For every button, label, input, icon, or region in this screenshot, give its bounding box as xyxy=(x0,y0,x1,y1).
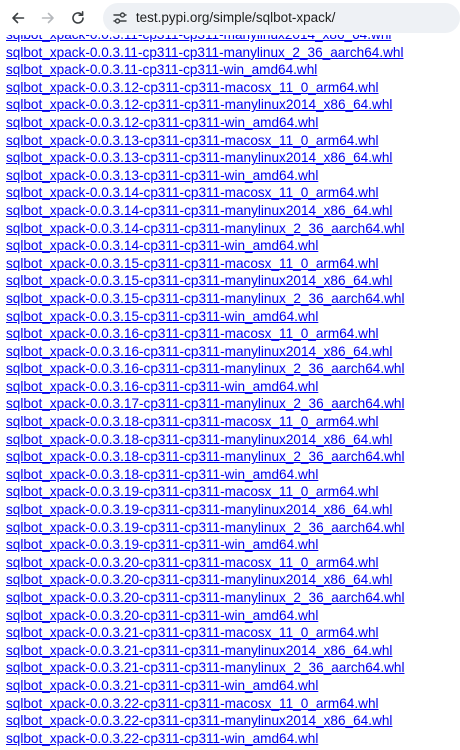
list-item: sqlbot_xpack-0.0.3.11-cp311-cp311-win_am… xyxy=(0,61,460,79)
list-item: sqlbot_xpack-0.0.3.15-cp311-cp311-manyli… xyxy=(0,272,460,290)
back-button[interactable] xyxy=(3,3,33,33)
list-item: sqlbot_xpack-0.0.3.21-cp311-cp311-manyli… xyxy=(0,659,460,677)
package-file-link[interactable]: sqlbot_xpack-0.0.3.17-cp311-cp311-manyli… xyxy=(6,396,405,411)
list-item: sqlbot_xpack-0.0.3.14-cp311-cp311-macosx… xyxy=(0,184,460,202)
package-file-link[interactable]: sqlbot_xpack-0.0.3.14-cp311-cp311-manyli… xyxy=(6,203,392,218)
list-item: sqlbot_xpack-0.0.3.13-cp311-cp311-manyli… xyxy=(0,149,460,167)
package-file-link[interactable]: sqlbot_xpack-0.0.3.21-cp311-cp311-manyli… xyxy=(6,643,392,658)
site-info-button[interactable] xyxy=(112,10,128,26)
package-file-link[interactable]: sqlbot_xpack-0.0.3.18-cp311-cp311-macosx… xyxy=(6,414,379,429)
arrow-right-icon xyxy=(41,12,54,23)
package-file-link[interactable]: sqlbot_xpack-0.0.3.19-cp311-cp311-manyli… xyxy=(6,502,392,517)
list-item: sqlbot_xpack-0.0.3.12-cp311-cp311-macosx… xyxy=(0,79,460,97)
package-file-link[interactable]: sqlbot_xpack-0.0.3.20-cp311-cp311-macosx… xyxy=(6,555,379,570)
list-item: sqlbot_xpack-0.0.3.19-cp311-cp311-manyli… xyxy=(0,519,460,537)
list-item: sqlbot_xpack-0.0.3.19-cp311-cp311-manyli… xyxy=(0,501,460,519)
package-file-link[interactable]: sqlbot_xpack-0.0.3.20-cp311-cp311-win_am… xyxy=(6,608,318,623)
list-item: sqlbot_xpack-0.0.3.20-cp311-cp311-win_am… xyxy=(0,607,460,625)
list-item: sqlbot_xpack-0.0.3.20-cp311-cp311-macosx… xyxy=(0,554,460,572)
list-item: sqlbot_xpack-0.0.3.17-cp311-cp311-manyli… xyxy=(0,395,460,413)
package-file-link[interactable]: sqlbot_xpack-0.0.3.15-cp311-cp311-macosx… xyxy=(6,256,379,271)
list-item: sqlbot_xpack-0.0.3.15-cp311-cp311-macosx… xyxy=(0,255,460,273)
list-item: sqlbot_xpack-0.0.3.14-cp311-cp311-manyli… xyxy=(0,220,460,238)
browser-toolbar: test.pypi.org/simple/sqlbot-xpack/ xyxy=(0,0,460,35)
package-file-link[interactable]: sqlbot_xpack-0.0.3.12-cp311-cp311-win_am… xyxy=(6,115,318,130)
list-item: sqlbot_xpack-0.0.3.16-cp311-cp311-manyli… xyxy=(0,360,460,378)
package-file-link[interactable]: sqlbot_xpack-0.0.3.22-cp311-cp311-win_am… xyxy=(6,731,318,746)
package-file-link[interactable]: sqlbot_xpack-0.0.3.12-cp311-cp311-macosx… xyxy=(6,80,379,95)
arrow-left-icon xyxy=(12,12,25,23)
list-item: sqlbot_xpack-0.0.3.18-cp311-cp311-win_am… xyxy=(0,466,460,484)
package-file-link[interactable]: sqlbot_xpack-0.0.3.22-cp311-cp311-manyli… xyxy=(6,713,392,728)
list-item: sqlbot_xpack-0.0.3.15-cp311-cp311-win_am… xyxy=(0,308,460,326)
package-file-link[interactable]: sqlbot_xpack-0.0.3.13-cp311-cp311-win_am… xyxy=(6,168,318,183)
package-file-link[interactable]: sqlbot_xpack-0.0.3.21-cp311-cp311-macosx… xyxy=(6,625,379,640)
list-item: sqlbot_xpack-0.0.3.18-cp311-cp311-manyli… xyxy=(0,448,460,466)
list-item: sqlbot_xpack-0.0.3.15-cp311-cp311-manyli… xyxy=(0,290,460,308)
list-item: sqlbot_xpack-0.0.3.14-cp311-cp311-win_am… xyxy=(0,237,460,255)
package-file-link[interactable]: sqlbot_xpack-0.0.3.16-cp311-cp311-macosx… xyxy=(6,326,379,341)
package-file-link[interactable]: sqlbot_xpack-0.0.3.20-cp311-cp311-manyli… xyxy=(6,572,392,587)
list-item: sqlbot_xpack-0.0.3.19-cp311-cp311-win_am… xyxy=(0,536,460,554)
package-file-link[interactable]: sqlbot_xpack-0.0.3.16-cp311-cp311-manyli… xyxy=(6,361,405,376)
list-item: sqlbot_xpack-0.0.3.21-cp311-cp311-win_am… xyxy=(0,677,460,695)
list-item: sqlbot_xpack-0.0.3.21-cp311-cp311-macosx… xyxy=(0,624,460,642)
package-file-link[interactable]: sqlbot_xpack-0.0.3.18-cp311-cp311-win_am… xyxy=(6,467,318,482)
address-bar[interactable]: test.pypi.org/simple/sqlbot-xpack/ xyxy=(102,2,460,33)
package-file-link[interactable]: sqlbot_xpack-0.0.3.19-cp311-cp311-macosx… xyxy=(6,484,379,499)
package-file-link[interactable]: sqlbot_xpack-0.0.3.14-cp311-cp311-manyli… xyxy=(6,221,405,236)
package-file-link[interactable]: sqlbot_xpack-0.0.3.19-cp311-cp311-manyli… xyxy=(6,520,405,535)
list-item: sqlbot_xpack-0.0.3.13-cp311-cp311-win_am… xyxy=(0,167,460,185)
package-file-link[interactable]: sqlbot_xpack-0.0.3.21-cp311-cp311-win_am… xyxy=(6,678,318,693)
forward-button[interactable] xyxy=(33,3,63,33)
package-file-link[interactable]: sqlbot_xpack-0.0.3.21-cp311-cp311-manyli… xyxy=(6,660,405,675)
reload-icon xyxy=(72,10,84,24)
page-content: sqlbot_xpack-0.0.3.11-cp311-cp311-manyli… xyxy=(0,26,460,750)
tune-icon xyxy=(113,11,127,24)
package-file-link[interactable]: sqlbot_xpack-0.0.3.11-cp311-cp311-win_am… xyxy=(6,62,317,77)
package-file-link[interactable]: sqlbot_xpack-0.0.3.16-cp311-cp311-win_am… xyxy=(6,379,318,394)
list-item: sqlbot_xpack-0.0.3.16-cp311-cp311-manyli… xyxy=(0,343,460,361)
url-text: test.pypi.org/simple/sqlbot-xpack/ xyxy=(135,10,336,25)
list-item: sqlbot_xpack-0.0.3.14-cp311-cp311-manyli… xyxy=(0,202,460,220)
list-item: sqlbot_xpack-0.0.3.22-cp311-cp311-macosx… xyxy=(0,695,460,713)
list-item: sqlbot_xpack-0.0.3.22-cp311-cp311-win_am… xyxy=(0,730,460,748)
reload-button[interactable] xyxy=(63,3,93,33)
package-file-link[interactable]: sqlbot_xpack-0.0.3.18-cp311-cp311-manyli… xyxy=(6,432,392,447)
package-file-link[interactable]: sqlbot_xpack-0.0.3.13-cp311-cp311-macosx… xyxy=(6,133,379,148)
list-item: sqlbot_xpack-0.0.3.18-cp311-cp311-macosx… xyxy=(0,413,460,431)
list-item: sqlbot_xpack-0.0.3.22-cp311-cp311-manyli… xyxy=(0,712,460,730)
package-file-link[interactable]: sqlbot_xpack-0.0.3.22-cp311-cp311-macosx… xyxy=(6,696,379,711)
list-item: sqlbot_xpack-0.0.3.20-cp311-cp311-manyli… xyxy=(0,589,460,607)
package-file-link[interactable]: sqlbot_xpack-0.0.3.15-cp311-cp311-win_am… xyxy=(6,309,318,324)
package-file-link[interactable]: sqlbot_xpack-0.0.3.18-cp311-cp311-manyli… xyxy=(6,449,405,464)
package-file-link[interactable]: sqlbot_xpack-0.0.3.12-cp311-cp311-manyli… xyxy=(6,97,392,112)
package-file-link[interactable]: sqlbot_xpack-0.0.3.14-cp311-cp311-win_am… xyxy=(6,238,318,253)
list-item: sqlbot_xpack-0.0.3.13-cp311-cp311-macosx… xyxy=(0,132,460,150)
list-item: sqlbot_xpack-0.0.3.18-cp311-cp311-manyli… xyxy=(0,431,460,449)
list-item: sqlbot_xpack-0.0.3.11-cp311-cp311-manyli… xyxy=(0,44,460,62)
package-file-link[interactable]: sqlbot_xpack-0.0.3.16-cp311-cp311-manyli… xyxy=(6,344,392,359)
list-item: sqlbot_xpack-0.0.3.16-cp311-cp311-win_am… xyxy=(0,378,460,396)
list-item: sqlbot_xpack-0.0.3.16-cp311-cp311-macosx… xyxy=(0,325,460,343)
package-file-list: sqlbot_xpack-0.0.3.11-cp311-cp311-manyli… xyxy=(0,26,460,747)
package-file-link[interactable]: sqlbot_xpack-0.0.3.15-cp311-cp311-manyli… xyxy=(6,291,405,306)
package-file-link[interactable]: sqlbot_xpack-0.0.3.11-cp311-cp311-manyli… xyxy=(6,45,404,60)
package-file-link[interactable]: sqlbot_xpack-0.0.3.14-cp311-cp311-macosx… xyxy=(6,185,379,200)
list-item: sqlbot_xpack-0.0.3.12-cp311-cp311-manyli… xyxy=(0,96,460,114)
package-file-link[interactable]: sqlbot_xpack-0.0.3.13-cp311-cp311-manyli… xyxy=(6,150,392,165)
package-file-link[interactable]: sqlbot_xpack-0.0.3.20-cp311-cp311-manyli… xyxy=(6,590,405,605)
package-file-link[interactable]: sqlbot_xpack-0.0.3.19-cp311-cp311-win_am… xyxy=(6,537,318,552)
list-item: sqlbot_xpack-0.0.3.12-cp311-cp311-win_am… xyxy=(0,114,460,132)
list-item: sqlbot_xpack-0.0.3.21-cp311-cp311-manyli… xyxy=(0,642,460,660)
list-item: sqlbot_xpack-0.0.3.19-cp311-cp311-macosx… xyxy=(0,483,460,501)
list-item: sqlbot_xpack-0.0.3.20-cp311-cp311-manyli… xyxy=(0,571,460,589)
package-file-link[interactable]: sqlbot_xpack-0.0.3.15-cp311-cp311-manyli… xyxy=(6,273,392,288)
